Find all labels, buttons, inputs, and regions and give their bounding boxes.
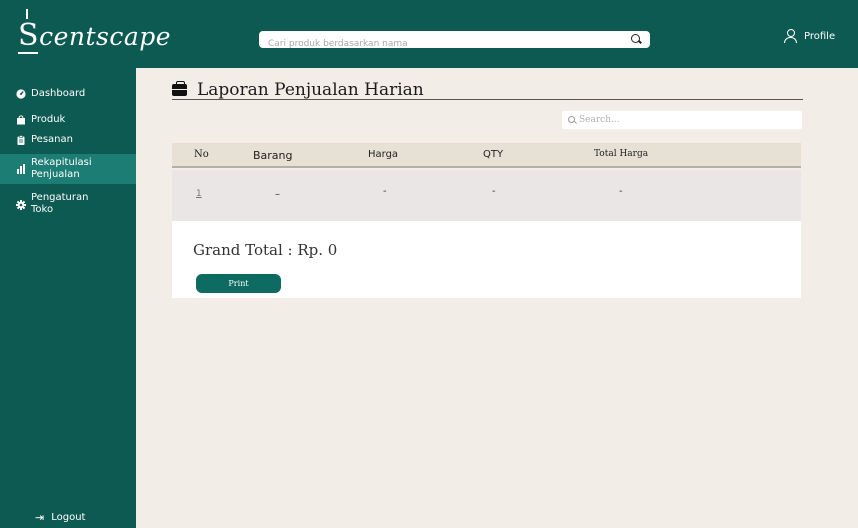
shopping-bag-icon [16,115,26,125]
print-button[interactable]: Print [196,274,281,293]
cell-no: 1 [196,189,202,199]
page-title: Laporan Penjualan Harian [197,80,424,100]
product-search-bar [259,31,650,53]
sidebar-item-label: Pesanan [31,134,73,145]
sidebar-item-label: Produk [31,114,66,125]
profile-label: Profile [804,30,836,42]
scentscape-logo[interactable]: Scentscape [18,18,171,53]
sidebar-item-label: Dashboard [31,88,86,99]
sidebar-item-label: Pengaturan Toko [31,192,89,215]
logout-label: Logout [51,512,86,523]
column-header-barang: Barang [253,149,293,162]
sidebar-item-produk[interactable]: Produk [0,114,136,128]
page-title-bar: Laporan Penjualan Harian [172,80,803,100]
logout-icon: ⇥ [35,511,45,524]
table-search-box [562,111,802,129]
column-header-no: No [194,149,209,160]
table-row: 1 – - - - [172,170,801,221]
sidebar-item-rekapitulasi-penjualan[interactable]: Rekapitulasi Penjualan [0,154,136,184]
column-header-qty: QTY [483,149,504,160]
gear-icon [16,200,26,210]
column-header-harga: Harga [368,149,399,160]
sidebar-item-label: Rekapitulasi Penjualan [31,157,92,180]
cell-barang: – [275,189,280,200]
table-header: No Barang Harga QTY Total Harga [172,143,801,168]
logo-initial: S [18,18,40,53]
sidebar-item-pengaturan-toko[interactable]: Pengaturan Toko [0,192,136,220]
summary-panel: Grand Total : Rp. 0 Print [172,221,801,298]
sidebar-item-pesanan[interactable]: Pesanan [0,134,136,148]
top-header: Scentscape Profile [0,0,858,68]
table-search-input[interactable] [562,111,802,129]
search-icon[interactable] [631,34,640,43]
logo-text: centscape [39,22,172,51]
grand-total: Grand Total : Rp. 0 [193,241,338,259]
cell-total-harga: - [619,186,623,197]
logout-button[interactable]: ⇥ Logout [35,511,85,524]
user-icon [784,29,798,43]
sidebar: Dashboard Produk Pesanan Rekapitulasi Pe… [0,68,136,528]
bar-chart-icon [16,164,26,174]
sidebar-item-dashboard[interactable]: Dashboard [0,88,136,102]
cell-qty: - [492,186,496,197]
cell-harga: - [383,186,387,197]
column-header-total-harga: Total Harga [594,149,649,159]
clipboard-icon [16,135,26,145]
profile-link[interactable]: Profile [784,29,835,43]
dashboard-gauge-icon [16,89,26,99]
product-search-input[interactable] [259,35,599,53]
briefcase-icon [172,81,187,96]
